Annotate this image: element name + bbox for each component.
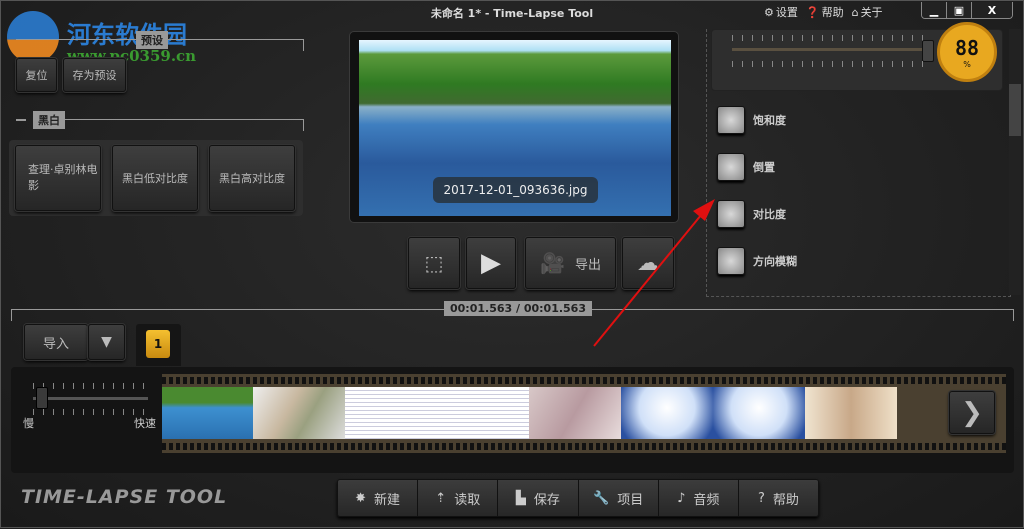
- annotation-arrow: [593, 199, 715, 347]
- app-window: 未命名 1* - Time-Lapse Tool ⚙ 设置 ❓ 帮助 ⌂ 关于 ▁ ▣…: [0, 0, 1024, 528]
